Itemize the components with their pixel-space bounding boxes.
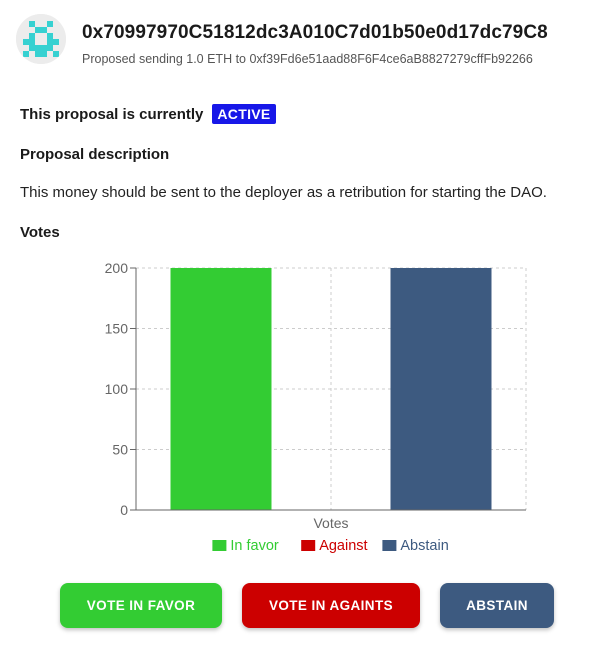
y-tick-label: 0 — [120, 502, 128, 518]
legend-swatch — [212, 540, 227, 551]
bar-abstain — [390, 268, 492, 510]
avatar — [16, 14, 66, 64]
y-tick-label: 100 — [105, 381, 129, 397]
proposal-header: 0x70997970C51812dc3A010C7d01b50e0d17dc79… — [16, 14, 606, 70]
vote-against-button[interactable]: VOTE IN AGAINTS — [242, 583, 420, 628]
legend-label: Abstain — [400, 538, 448, 554]
y-tick-label: 200 — [105, 260, 129, 276]
votes-heading: Votes — [20, 224, 60, 241]
description-heading: Proposal description — [20, 146, 170, 163]
bar-in-favor — [170, 268, 272, 510]
proposal-summary: Proposed sending 1.0 ETH to 0xf39Fd6e51a… — [82, 52, 533, 66]
legend-label: Against — [319, 538, 367, 554]
abstain-button[interactable]: ABSTAIN — [440, 583, 554, 628]
legend-label: In favor — [230, 538, 279, 554]
x-tick-label: Votes — [313, 515, 348, 531]
status-label: This proposal is currently — [20, 105, 204, 123]
votes-chart: 0 50 100 150 200 Votes In favor Against Abstain — [105, 260, 527, 554]
y-tick-label: 150 — [105, 321, 129, 337]
proposer-address: 0x70997970C51812dc3A010C7d01b50e0d17dc79… — [82, 22, 548, 43]
legend-swatch — [382, 540, 397, 551]
status-badge: ACTIVE — [212, 104, 276, 124]
proposal-status: This proposal is currently ACTIVE — [20, 104, 276, 124]
vote-in-favor-button[interactable]: VOTE IN FAVOR — [60, 583, 222, 628]
y-tick-label: 50 — [112, 442, 128, 458]
description-text: This money should be sent to the deploye… — [20, 184, 547, 201]
legend-swatch — [301, 540, 316, 551]
